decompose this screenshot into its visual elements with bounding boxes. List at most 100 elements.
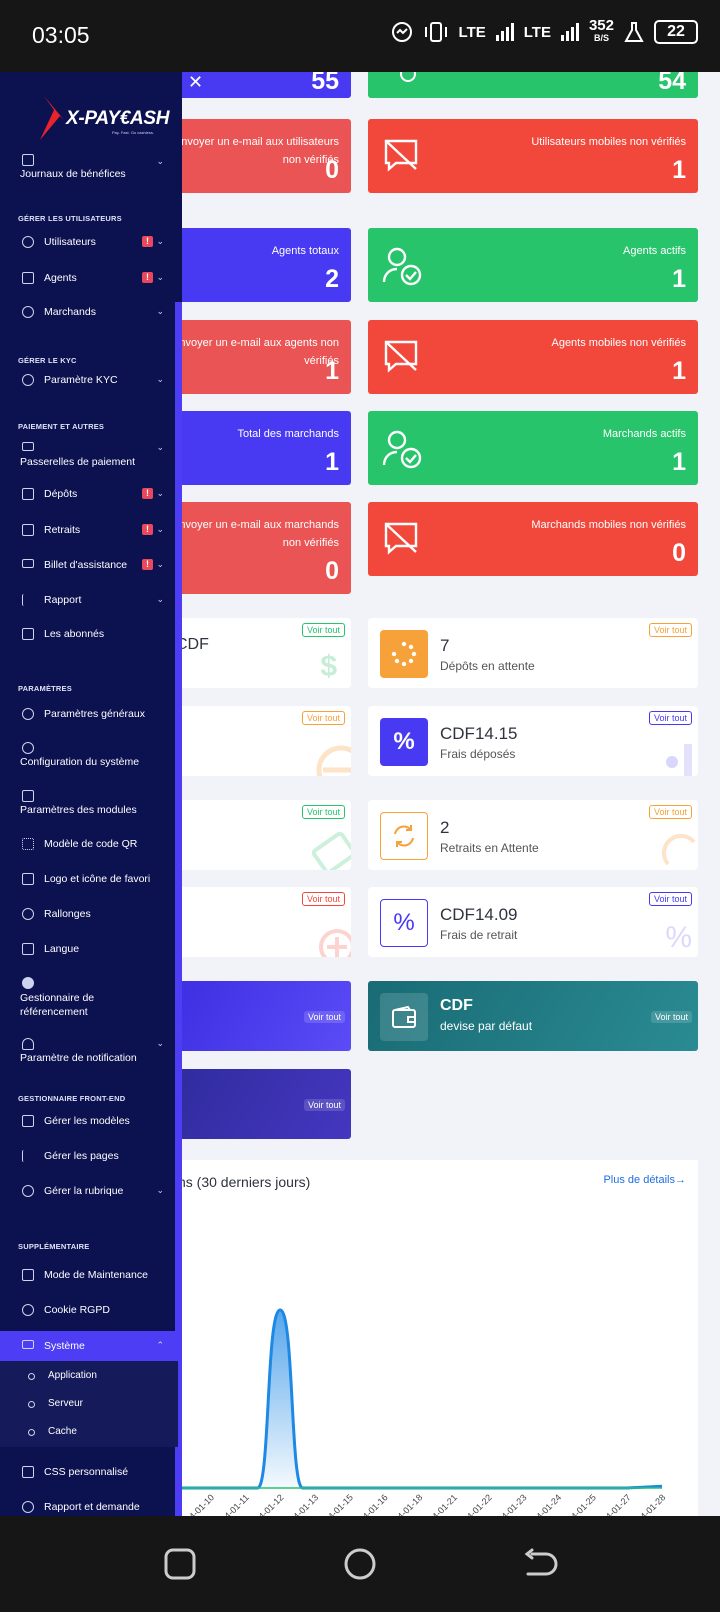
- view-all-link[interactable]: Voir tout: [303, 1099, 345, 1111]
- chevron-down-icon: ⌄: [156, 156, 164, 166]
- sidebar-item-qr-template[interactable]: Modèle de code QR: [0, 838, 178, 858]
- no-mobile-icon: [384, 340, 418, 373]
- x-tick-label: 2024-01-27: [593, 1492, 633, 1516]
- widget-pending-withdrawals[interactable]: Voir tout 2 Retraits en Attente: [368, 800, 698, 870]
- sidebar-item-seo[interactable]: Gestionnaire de référencement: [0, 977, 178, 1021]
- x-tick-label: 2024-01-10: [176, 1492, 216, 1516]
- sidebar-item-deposits[interactable]: Dépôts ! ⌄: [0, 488, 178, 508]
- sidebar-item-system[interactable]: Système ⌃: [0, 1331, 178, 1361]
- sidebar-item-system-config[interactable]: Configuration du système: [0, 742, 178, 772]
- logo: X-PAY€ASH Pay. Fast. Go cashless.: [30, 88, 170, 149]
- sidebar-item-gateways[interactable]: Passerelles de paiement ⌄: [0, 442, 178, 472]
- sidebar-item-tickets[interactable]: Billet d'assistance ! ⌄: [0, 559, 178, 579]
- section-payment: PAIEMENT ET AUTRES: [18, 422, 105, 431]
- sidebar-item-custom-css[interactable]: CSS personnalisé: [0, 1466, 178, 1486]
- sidebar-item-profit-logs[interactable]: Journaux de bénéfices ⌄: [0, 154, 178, 184]
- list-icon: [22, 1150, 34, 1162]
- spinner-icon: [380, 630, 428, 678]
- calendar-icon: [22, 790, 34, 802]
- sidebar-item-extensions[interactable]: Rallonges: [0, 908, 178, 928]
- sidebar-item-kyc[interactable]: Paramètre KYC ⌄: [0, 374, 178, 394]
- alert-badge: !: [142, 488, 153, 499]
- view-all-link[interactable]: Voir tout: [650, 1011, 692, 1023]
- back-button[interactable]: [522, 1546, 558, 1582]
- x-tick-label: 2024-01-24: [524, 1492, 564, 1516]
- submenu-item-application[interactable]: Application: [0, 1361, 178, 1389]
- signal-icon: [495, 23, 514, 41]
- sidebar-item-withdrawals[interactable]: Retraits ! ⌄: [0, 524, 178, 544]
- template-icon: [22, 1115, 34, 1127]
- sidebar-item-templates[interactable]: Gérer les modèles: [0, 1115, 178, 1135]
- view-all-link[interactable]: Voir tout: [648, 623, 692, 637]
- chevron-down-icon: ⌄: [156, 306, 164, 316]
- sidebar-item-merchants[interactable]: Marchands ⌄: [0, 306, 178, 326]
- widget-unverified-mobile-users[interactable]: Utilisateurs mobiles non vérifiés 1: [368, 119, 698, 193]
- sidebar-item-pages[interactable]: Gérer les pages: [0, 1150, 178, 1170]
- ticket-icon: [22, 559, 34, 568]
- sidebar-item-logo-favicon[interactable]: Logo et icône de favori: [0, 873, 178, 893]
- sidebar-item-maintenance[interactable]: Mode de Maintenance: [0, 1269, 178, 1289]
- sidebar-item-general-settings[interactable]: Paramètres généraux: [0, 708, 178, 728]
- home-button[interactable]: [342, 1546, 378, 1582]
- view-all-link[interactable]: Voir tout: [301, 711, 345, 725]
- view-all-link[interactable]: Voir tout: [301, 623, 345, 637]
- view-all-link[interactable]: Voir tout: [648, 892, 692, 906]
- chevron-down-icon: ⌄: [156, 559, 164, 569]
- chevron-up-icon: ⌃: [156, 1340, 164, 1350]
- x-tick-label: 2024-01-21: [419, 1492, 459, 1516]
- network-label-2: LTE: [523, 23, 551, 41]
- submenu-item-server[interactable]: Serveur: [0, 1389, 178, 1417]
- sidebar-item-subscribers[interactable]: Les abonnés: [0, 628, 178, 648]
- sidebar-item-cookie[interactable]: Cookie RGPD: [0, 1304, 178, 1324]
- view-all-link[interactable]: Voir tout: [303, 1011, 345, 1023]
- sidebar-item-users[interactable]: Utilisateurs ! ⌄: [0, 236, 178, 256]
- widget-deposit-fees[interactable]: Voir tout % CDF14.15 Frais déposés: [368, 706, 698, 776]
- widget-active-merchants[interactable]: Marchands actifs 1: [368, 411, 698, 485]
- view-all-link[interactable]: Voir tout: [301, 892, 345, 906]
- alert-badge: !: [142, 236, 153, 247]
- status-bar: 03:05 LTE LTE 352 B/S 22: [0, 0, 720, 72]
- sidebar-item-report-request[interactable]: Rapport et demande: [0, 1501, 178, 1516]
- sidebar-item-modules[interactable]: Paramètres des modules: [0, 790, 178, 820]
- widget-active-users[interactable]: 54: [368, 72, 698, 98]
- submenu-item-cache[interactable]: Cache: [0, 1417, 178, 1445]
- widget-default-currency[interactable]: CDF devise par défaut Voir tout: [368, 981, 698, 1051]
- x-tick-label: 2024-01-18: [385, 1492, 425, 1516]
- sidebar-item-language[interactable]: Langue: [0, 943, 178, 963]
- alert-badge: !: [142, 272, 153, 283]
- section-users: GÉRER LES UTILISATEURS: [18, 214, 122, 223]
- robot-icon: [22, 1269, 34, 1281]
- qr-code-icon: [22, 838, 34, 850]
- sidebar: X-PAY€ASH Pay. Fast. Go cashless. Journa…: [0, 72, 182, 1516]
- sidebar-item-agents[interactable]: Agents ! ⌄: [0, 272, 178, 292]
- recents-button[interactable]: [162, 1546, 198, 1582]
- chevron-down-icon: ⌄: [156, 594, 164, 604]
- percent-watermark-icon: %: [665, 921, 692, 954]
- widget-active-agents[interactable]: Agents actifs 1: [368, 228, 698, 302]
- x-tick-label: 2024-01-15: [315, 1492, 355, 1516]
- recents-icon: [164, 1548, 196, 1580]
- widget-withdrawal-fees[interactable]: Voir tout % CDF14.09 Frais de retrait %: [368, 887, 698, 957]
- sidebar-item-report[interactable]: Rapport ⌄: [0, 594, 178, 614]
- x-tick-label: 2024-01-28: [628, 1492, 668, 1516]
- circle-icon: [28, 1373, 35, 1380]
- sidebar-item-sections[interactable]: Gérer la rubrique ⌄: [0, 1185, 178, 1205]
- section-kyc: GÉRER LE KYC: [18, 356, 77, 365]
- x-tick-label: 2024-01-12: [246, 1492, 286, 1516]
- sidebar-item-notification[interactable]: Paramètre de notification ⌄: [0, 1038, 178, 1068]
- widget-pending-deposits[interactable]: Voir tout 7 Dépôts en attente: [368, 618, 698, 688]
- puzzle-icon: [22, 1185, 34, 1197]
- widget-unverified-mobile-merchants[interactable]: Marchands mobiles non vérifiés 0: [368, 502, 698, 576]
- widget-unverified-mobile-agents[interactable]: Agents mobiles non vérifiés 1: [368, 320, 698, 394]
- signal-icon-2: [560, 23, 579, 41]
- view-all-link[interactable]: Voir tout: [648, 805, 692, 819]
- percent-icon: %: [380, 718, 428, 766]
- section-frontend: GESTIONNAIRE FRONT-END: [18, 1094, 126, 1103]
- section-extra: SUPPLÉMENTAIRE: [18, 1242, 90, 1251]
- view-all-link[interactable]: Voir tout: [648, 711, 692, 725]
- clock: 03:05: [32, 22, 90, 48]
- view-all-link[interactable]: Voir tout: [301, 805, 345, 819]
- battery-icon: 22: [654, 20, 698, 44]
- transactions-chart: ns (30 derniers jours) Plus de détails→ …: [150, 1160, 698, 1516]
- close-icon[interactable]: ✕: [188, 72, 203, 93]
